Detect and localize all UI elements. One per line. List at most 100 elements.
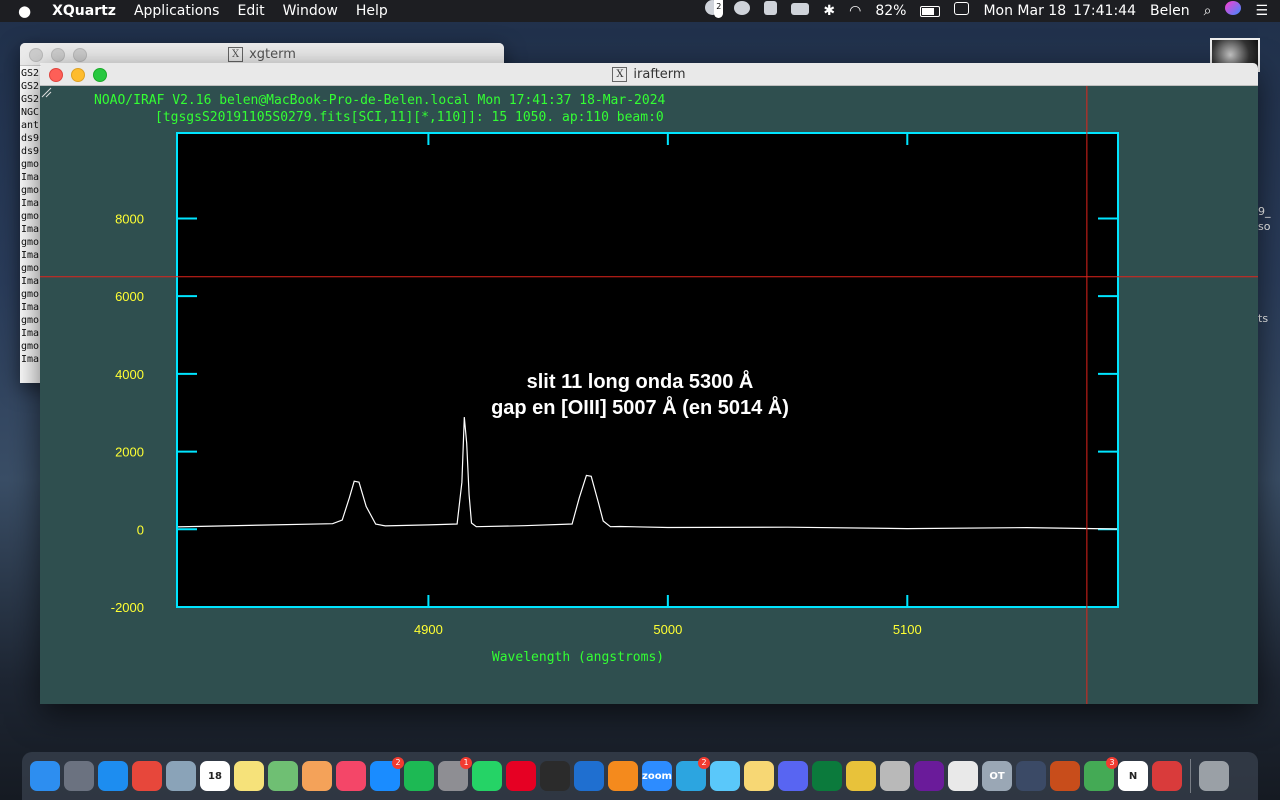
apple-menu-icon[interactable]: ● (0, 0, 43, 22)
resize-grip-icon[interactable] (40, 86, 52, 98)
finder-icon[interactable] (30, 761, 60, 791)
terminal-line: gmo (21, 211, 40, 222)
spotlight-search-icon[interactable]: ⌕ (1197, 0, 1219, 22)
ot-icon[interactable]: OT (982, 761, 1012, 791)
window-title: irafterm (633, 66, 686, 82)
minimize-button[interactable] (71, 68, 85, 82)
plot-header: NOAO/IRAF V2.16 belen@MacBook-Pro-de-Bel… (94, 93, 666, 108)
notification-badge: 2 (698, 757, 710, 769)
desktop-file-label: 9_ (1258, 205, 1271, 218)
progress-ring-icon[interactable] (812, 761, 842, 791)
menu-window[interactable]: Window (274, 0, 347, 22)
puzzle-icon[interactable] (1152, 761, 1182, 791)
app-menu[interactable]: XQuartz (43, 0, 125, 22)
y-tick-label: 0 (137, 522, 144, 537)
telegram-icon[interactable]: 2 (676, 757, 710, 791)
terminal-line: Ima (21, 354, 40, 365)
astro-icon[interactable] (1050, 761, 1080, 791)
preview-icon[interactable] (166, 761, 196, 791)
notification-center-icon[interactable]: ☰ (1248, 0, 1280, 22)
chrome-icon[interactable] (132, 761, 162, 791)
messages-icon[interactable] (710, 761, 740, 791)
system-preferences-icon[interactable]: 1 (438, 757, 472, 791)
maps-icon[interactable] (268, 761, 298, 791)
battery-percent[interactable]: 82% (868, 0, 913, 22)
y-tick-label: 4000 (115, 367, 144, 382)
close-button[interactable] (49, 68, 63, 82)
trash-icon[interactable] (1199, 761, 1229, 791)
y-tick-label: 2000 (115, 445, 144, 460)
close-button[interactable] (29, 48, 43, 62)
music-icon[interactable] (336, 761, 366, 791)
telescope-icon[interactable] (1016, 761, 1046, 791)
terminal-output[interactable]: GS2 GS2 GS2 NGC ant ds9 ds9 gmo Ima gmo Ima gmo Ima g… (21, 67, 39, 366)
terminal-icon[interactable] (540, 761, 570, 791)
terminal-line: gmo (21, 159, 40, 170)
notes-icon[interactable] (234, 761, 264, 791)
terminal-line: GS2 (21, 94, 40, 105)
x11-icon: X (228, 46, 244, 62)
irafterm-titlebar[interactable]: X irafterm (40, 63, 1258, 86)
wifi-icon[interactable]: ◠ (842, 0, 868, 22)
cyberduck-icon[interactable] (846, 761, 876, 791)
appstore-icon[interactable]: 2 (370, 757, 404, 791)
photos-icon[interactable] (302, 761, 332, 791)
sublime-icon[interactable] (608, 761, 638, 791)
airplay-icon[interactable] (784, 0, 816, 22)
stickies-icon[interactable] (744, 761, 774, 791)
terminal-line: gmo (21, 315, 40, 326)
adobe-icon[interactable] (727, 0, 757, 22)
window-title: xgterm (249, 46, 296, 62)
zoom-button[interactable] (73, 48, 87, 62)
y-tick-label: 6000 (115, 289, 144, 304)
galaxy-icon[interactable] (914, 761, 944, 791)
whatsapp-icon[interactable] (472, 761, 502, 791)
pinterest-icon[interactable] (506, 761, 536, 791)
dock-icon-label: 18 (208, 770, 222, 782)
menu-applications[interactable]: Applications (125, 0, 229, 22)
zoom-button[interactable] (93, 68, 107, 82)
plot-subheader: [tgsgsS20191105S0279.fits[SCI,11][*,110]… (155, 110, 664, 125)
x-axis-label: Wavelength (angstroms) (492, 650, 664, 665)
menu-bar: ● XQuartz Applications Edit Window Help … (0, 0, 1280, 22)
dock-separator (1190, 759, 1191, 793)
launchpad-icon[interactable] (64, 761, 94, 791)
minimize-button[interactable] (51, 48, 65, 62)
dropbox-icon[interactable] (757, 0, 784, 22)
siri-icon[interactable] (1218, 0, 1248, 22)
calendar-icon[interactable]: 18 (200, 761, 230, 791)
menu-help[interactable]: Help (347, 0, 397, 22)
menubar-time[interactable]: 17:41:44 (1073, 0, 1143, 22)
safari-icon[interactable] (98, 761, 128, 791)
spectrum-plot[interactable]: NOAO/IRAF V2.16 belen@MacBook-Pro-de-Bel… (40, 86, 1258, 704)
terminal-line: Ima (21, 250, 40, 261)
menubar-user[interactable]: Belen (1143, 0, 1197, 22)
textedit-icon[interactable] (948, 761, 978, 791)
battery-icon[interactable] (913, 0, 947, 22)
terminal-line: gmo (21, 185, 40, 196)
y-tick-label: 8000 (115, 211, 144, 226)
dock-icon-label: OT (989, 770, 1005, 782)
terminal-line: Ima (21, 302, 40, 313)
discord-icon[interactable] (778, 761, 808, 791)
spotify-icon[interactable] (404, 761, 434, 791)
bluetooth-icon[interactable]: ✱ (816, 0, 842, 22)
terminal-line: gmo (21, 289, 40, 300)
cloud-badge: 2 (714, 0, 724, 18)
zoom-icon[interactable]: zoom (642, 761, 672, 791)
menubar-date[interactable]: Mon Mar 18 (976, 0, 1073, 22)
vscode-icon[interactable] (574, 761, 604, 791)
notification-badge: 3 (1106, 757, 1118, 769)
irafterm-window[interactable]: X irafterm NOAO/IRAF V2.16 belen@MacBook… (40, 63, 1258, 704)
keyboard-icon[interactable] (947, 0, 976, 22)
terminal-line: ant (21, 120, 40, 131)
terminal-line: Ima (21, 276, 40, 287)
annotation-line-1: slit 11 long onda 5300 Å (527, 369, 754, 393)
file-icon[interactable] (880, 761, 910, 791)
gift-icon[interactable]: 3 (1084, 757, 1118, 791)
notion-icon[interactable]: N (1118, 761, 1148, 791)
x-tick-label: 4900 (414, 622, 443, 637)
menu-edit[interactable]: Edit (228, 0, 273, 22)
graphics-canvas[interactable]: NOAO/IRAF V2.16 belen@MacBook-Pro-de-Bel… (40, 86, 1258, 704)
creative-cloud-icon[interactable]: 2 (698, 0, 727, 22)
